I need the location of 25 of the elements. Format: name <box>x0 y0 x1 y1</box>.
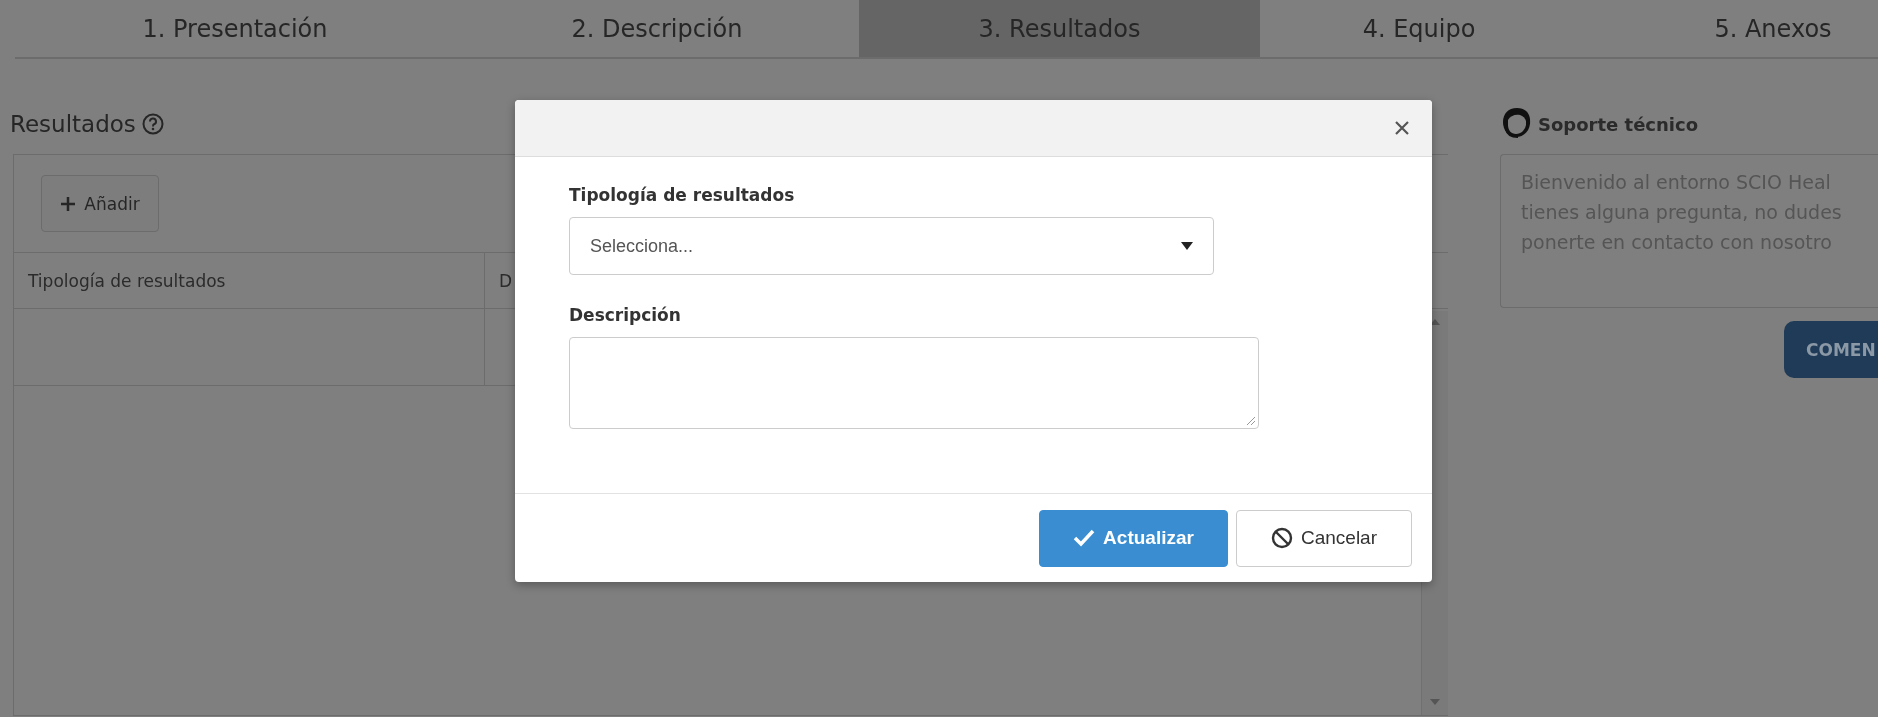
caret-icon <box>1181 242 1193 250</box>
check-icon <box>1073 529 1096 547</box>
tab[interactable]: 5. Anexos <box>1578 0 1878 57</box>
update-button[interactable]: Actualizar <box>1039 509 1228 567</box>
close-icon[interactable] <box>1394 120 1410 136</box>
tab[interactable]: 3. Resultados <box>859 0 1260 57</box>
field-label: Descripción <box>569 305 682 325</box>
tab[interactable]: 1. Presentación <box>15 0 455 57</box>
column-header: Tipología de resultados <box>14 253 485 308</box>
column-header: D <box>498 269 513 293</box>
cancel-button[interactable]: Cancelar <box>1236 509 1412 567</box>
section-title: Resultados <box>10 111 136 137</box>
tab[interactable]: 2. Descripción <box>455 0 859 57</box>
select-field[interactable]: Selecciona... <box>569 217 1214 275</box>
plus-icon <box>60 195 77 212</box>
comment-button[interactable]: COMEN <box>1784 321 1878 378</box>
help-icon[interactable] <box>141 113 164 135</box>
prohibited-icon <box>1270 527 1293 549</box>
scroll-up-icon[interactable] <box>1430 319 1440 325</box>
add-button[interactable]: Añadir <box>41 175 159 232</box>
field-label: Tipología de resultados <box>569 185 796 205</box>
resize-grip-icon[interactable] <box>1244 414 1256 426</box>
tab[interactable]: 4. Equipo <box>1260 0 1578 57</box>
description-field[interactable] <box>569 337 1259 429</box>
support-title: Soporte técnico <box>1538 113 1699 135</box>
